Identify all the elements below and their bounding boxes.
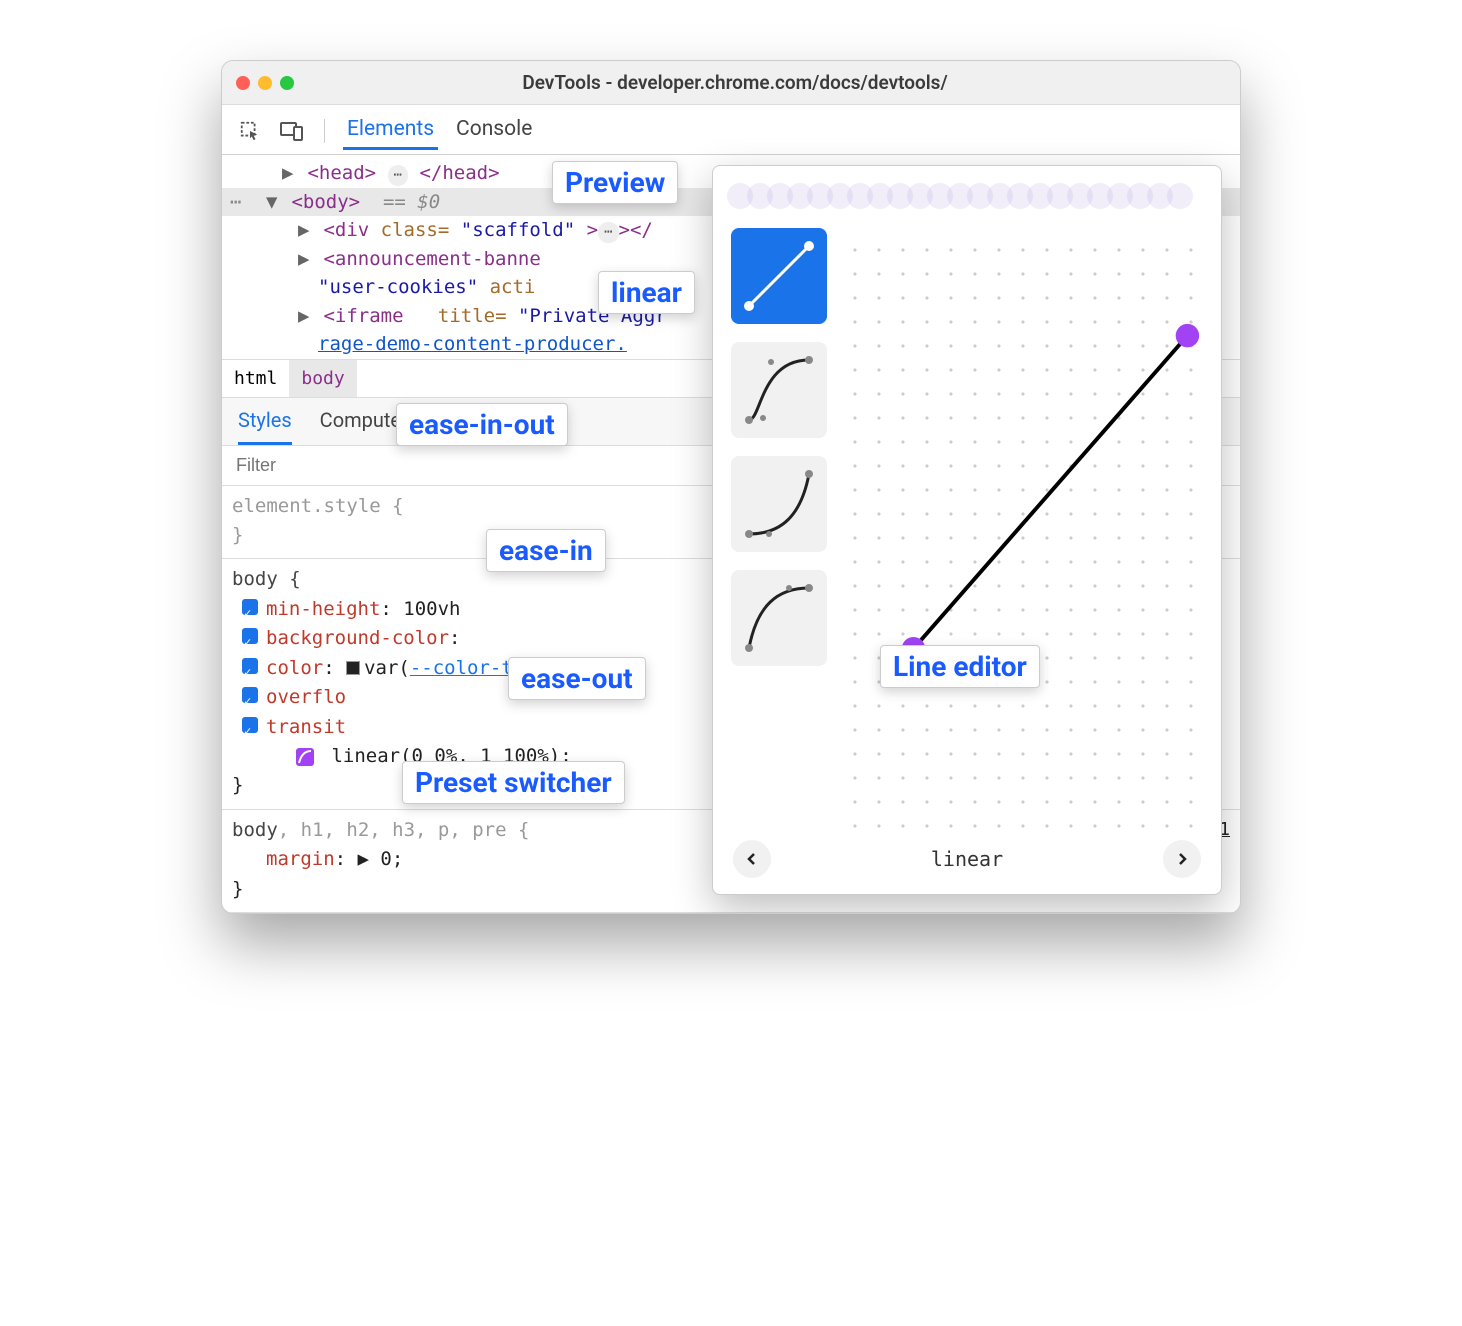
titlebar: DevTools - developer.chrome.com/docs/dev… [222,61,1240,105]
collapse-icon[interactable]: ▼ [266,188,280,217]
callout-linear: linear [598,271,695,314]
filter-input[interactable] [234,454,434,477]
easing-curve-editor[interactable] [845,228,1207,828]
tab-elements[interactable]: Elements [343,111,438,150]
easing-presets [727,228,831,828]
easing-preview[interactable] [727,178,1207,214]
tab-styles[interactable]: Styles [238,408,292,445]
inspect-icon[interactable] [236,117,264,145]
checkbox-icon[interactable] [242,717,258,733]
selected-node-indicator: == $0 [383,191,440,213]
preset-switcher: linear [727,836,1207,882]
main-toolbar: Elements Console [222,105,1240,155]
callout-ease-out: ease-out [508,657,646,700]
checkbox-icon[interactable] [242,687,258,703]
callout-preset-switcher: Preset switcher [402,761,625,804]
color-swatch-icon[interactable] [346,661,360,675]
preset-prev-button[interactable] [733,840,771,878]
preset-next-button[interactable] [1163,840,1201,878]
breadcrumb-body[interactable]: body [289,360,356,397]
tag-body[interactable]: <body> [291,191,360,213]
checkbox-icon[interactable] [242,628,258,644]
ellipsis-icon[interactable]: ⋯ [388,165,408,186]
expand-icon[interactable]: ▶ [298,245,312,274]
callout-preview: Preview [552,161,678,204]
expand-icon[interactable]: ▶ [282,159,296,188]
expand-icon[interactable]: ▶ [298,216,312,245]
easing-swatch-icon[interactable] [296,748,314,766]
preset-name: linear [931,847,1003,871]
device-toggle-icon[interactable] [278,117,306,145]
callout-ease-in-out: ease-in-out [396,403,568,446]
window-title: DevTools - developer.chrome.com/docs/dev… [244,71,1226,94]
preset-ease-out[interactable] [731,570,827,666]
iframe-src-link[interactable]: rage-demo-content-producer. [318,333,627,355]
tab-console[interactable]: Console [452,111,536,150]
preset-ease-in[interactable] [731,456,827,552]
expand-icon[interactable]: ▶ [298,302,312,331]
breadcrumb-html[interactable]: html [222,360,289,397]
preset-ease-in-out[interactable] [731,342,827,438]
callout-ease-in: ease-in [486,529,606,572]
preset-linear[interactable] [731,228,827,324]
tag-head-open[interactable]: <head> [307,162,376,184]
tag-head-close: </head> [419,162,499,184]
checkbox-icon[interactable] [242,658,258,674]
callout-line-editor: Line editor [880,645,1040,688]
easing-editor-popover: linear [712,165,1222,895]
devtools-window: DevTools - developer.chrome.com/docs/dev… [221,60,1241,914]
checkbox-icon[interactable] [242,599,258,615]
